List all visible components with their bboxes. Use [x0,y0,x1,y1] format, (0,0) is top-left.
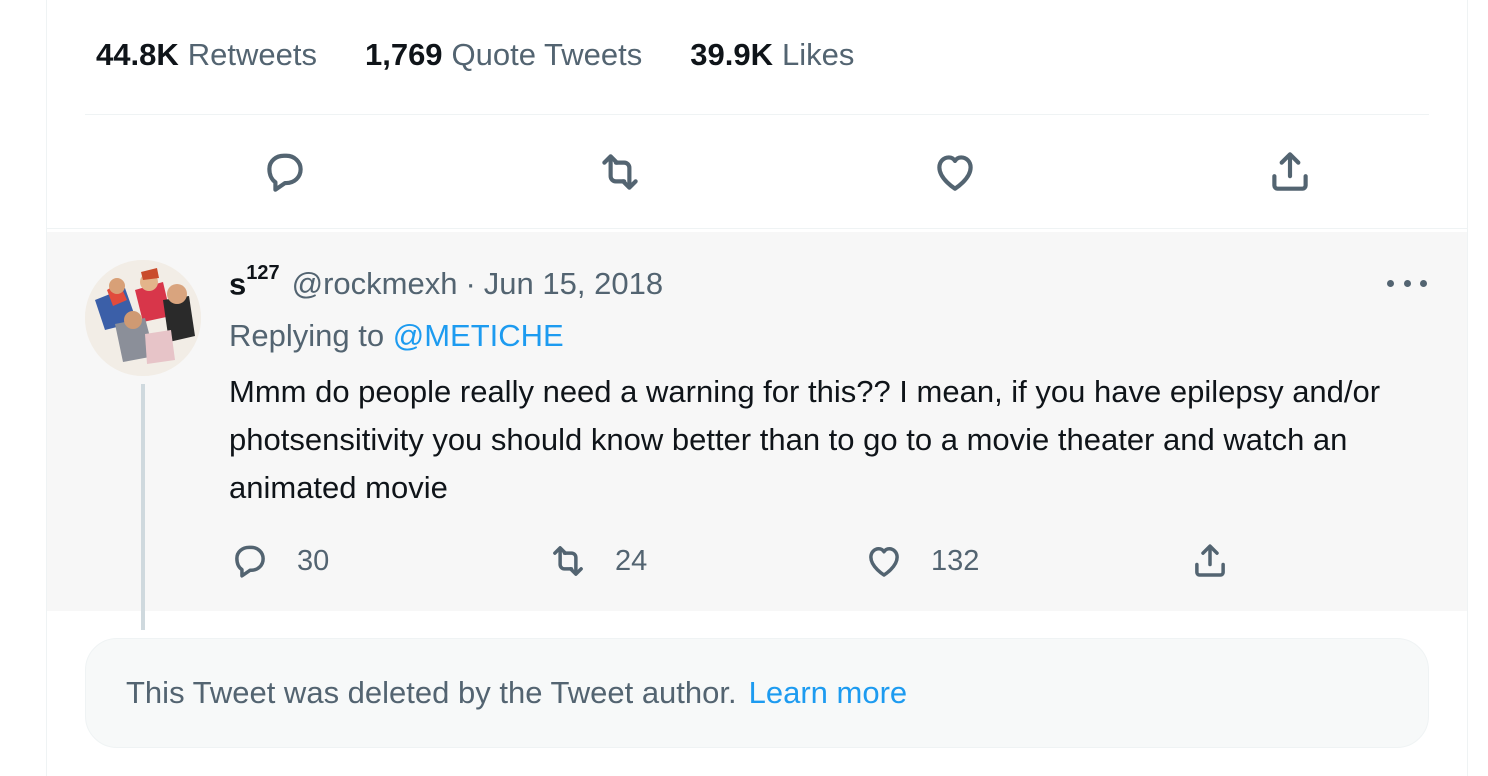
replying-to: Replying to @METICHE [229,318,564,354]
retweets-label: Retweets [187,37,317,72]
retweet-button[interactable] [590,142,650,202]
reply-count: 30 [297,544,330,577]
tweet-action-bar [85,140,1429,210]
heart-icon [937,155,973,191]
tweet-text: Mmm do people really need a warning for … [229,374,1381,505]
retweets-count: 44.8K [96,37,179,72]
more-options-button[interactable] [1387,268,1427,298]
share-button[interactable] [1189,536,1231,586]
likes-label: Likes [782,37,855,72]
retweet-button[interactable]: 24 [547,536,647,586]
display-name[interactable]: s127 [229,262,280,302]
share-button[interactable] [1260,142,1320,202]
avatar-photo [85,260,201,376]
like-button[interactable] [925,142,985,202]
separator-dot: · [465,266,476,302]
replying-prefix: Replying to [229,318,385,353]
quote-tweets-label: Quote Tweets [451,37,643,72]
tweet-date[interactable]: Jun 15, 2018 [484,266,663,302]
retweet-icon [602,154,638,190]
reply-button[interactable] [255,142,315,202]
reply-icon [235,545,265,578]
display-name-text: s [229,266,247,302]
engagement-stats: 44.8K Retweets 1,769 Quote Tweets 39.9K … [96,30,902,80]
divider [47,228,1467,229]
reply-tweet[interactable]: s127 @rockmexh · Jun 15, 2018 Replying t… [47,232,1467,630]
heart-icon [869,547,899,577]
display-name-superscript: 127 [246,262,280,284]
replying-to-handle[interactable]: @METICHE [393,318,564,353]
likes-count: 39.9K [690,37,773,72]
more-dot [1403,279,1411,287]
reply-icon [267,153,303,192]
like-count: 132 [931,544,980,577]
reply-action-bar: 30 24 132 [229,536,1289,586]
retweets-stat[interactable]: 44.8K Retweets [96,37,317,73]
share-icon [1195,544,1225,577]
deleted-tweet-notice: This Tweet was deleted by the Tweet auth… [85,638,1429,748]
user-handle[interactable]: @rockmexh [292,266,458,302]
reply-header: s127 @rockmexh · Jun 15, 2018 [229,262,663,302]
reply-button[interactable]: 30 [229,536,329,586]
more-dot [1420,279,1427,287]
quote-tweets-stat[interactable]: 1,769 Quote Tweets [365,37,642,73]
share-icon [1272,152,1308,191]
like-button[interactable]: 132 [863,536,979,586]
learn-more-link[interactable]: Learn more [749,675,908,711]
divider [85,114,1429,115]
tweet-column: 44.8K Retweets 1,769 Quote Tweets 39.9K … [46,0,1468,776]
retweet-icon [553,546,583,576]
likes-stat[interactable]: 39.9K Likes [690,37,854,73]
avatar[interactable] [85,260,201,376]
thread-line [141,384,145,630]
more-dot [1387,279,1394,287]
retweet-count: 24 [615,544,648,577]
quote-tweets-count: 1,769 [364,37,443,72]
deleted-notice-text: This Tweet was deleted by the Tweet auth… [126,675,737,710]
